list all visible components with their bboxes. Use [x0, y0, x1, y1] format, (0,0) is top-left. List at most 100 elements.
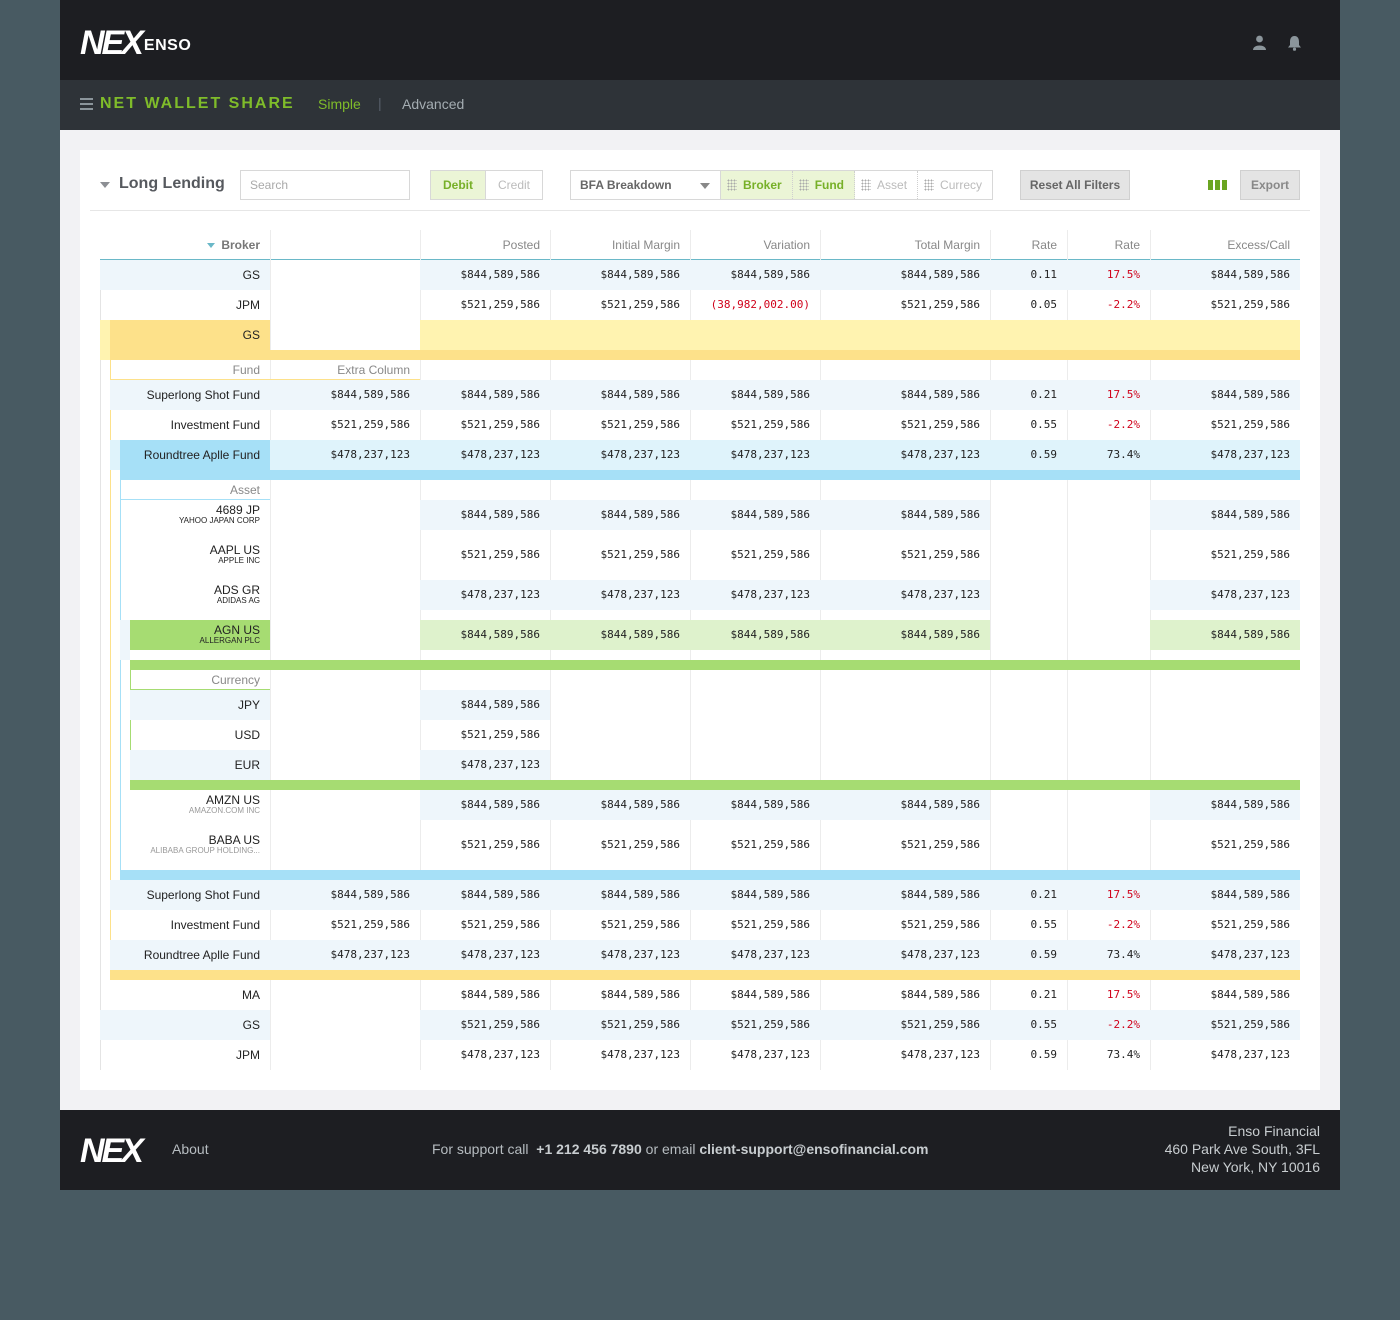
cell-vr: $478,237,123: [690, 440, 820, 470]
col-header-rate[interactable]: Rate: [990, 230, 1067, 260]
fund-band: [120, 470, 1300, 480]
cell-posted: $478,237,123: [420, 580, 550, 610]
cell-ex: $521,259,586: [1210, 418, 1290, 431]
support-email[interactable]: client-support@ensofinancial.com: [699, 1141, 928, 1157]
table-row[interactable]: JPM $521,259,586 $521,259,586 (38,982,002.0…: [100, 290, 1300, 320]
search-input[interactable]: [240, 170, 410, 200]
table-row[interactable]: AGN US ALLERGAN PLC $844,589,586 $844,589,5…: [100, 620, 1300, 660]
table-row[interactable]: MA $844,589,586 $844,589,586 $844,589,586 $8…: [100, 980, 1300, 1010]
support-phone[interactable]: +1 212 456 7890: [536, 1141, 642, 1157]
table-row[interactable]: AMZN US AMAZON.COM INC $844,589,586 $844,58…: [100, 790, 1300, 830]
col-header-excess-call[interactable]: Excess/Call: [1150, 230, 1300, 260]
cell-vr: $844,589,586: [690, 380, 820, 410]
table-row[interactable]: GS $521,259,586 $521,259,586 $521,259,586 $5…: [100, 1010, 1300, 1040]
cell-ex: $844,589,586: [1150, 880, 1300, 910]
chip-fund[interactable]: Fund: [792, 171, 856, 199]
table-row[interactable]: Superlong Shot Fund $844,589,586 $844,589,…: [100, 880, 1300, 910]
chip-asset[interactable]: Asset: [855, 171, 919, 199]
chip-currency[interactable]: Currecy: [918, 171, 992, 199]
user-icon[interactable]: [1252, 35, 1267, 51]
cell-rate: 0.05: [1030, 298, 1058, 311]
cell-im: $521,259,586: [550, 1010, 690, 1040]
cell-vr: $521,259,586: [730, 918, 810, 931]
row-label: GS: [100, 260, 270, 290]
col-header-rate-pct[interactable]: Rate: [1067, 230, 1150, 260]
cell-rate: 0.55: [1030, 418, 1058, 431]
cell-tm: $844,589,586: [820, 880, 990, 910]
table-row[interactable]: JPY $844,589,586: [100, 690, 1300, 720]
table-row[interactable]: BABA US ALIBABA GROUP HOLDING... $521,259,…: [100, 830, 1300, 870]
table-row[interactable]: Investment Fund $521,259,586 $521,259,586 $…: [100, 910, 1300, 940]
row-label: Roundtree Aplle Fund: [120, 440, 270, 470]
table-row[interactable]: Superlong Shot Fund $844,589,586 $844,589,…: [100, 380, 1300, 410]
currency-header[interactable]: Currency: [130, 670, 270, 690]
table-row[interactable]: EUR $478,237,123: [100, 750, 1300, 780]
cell-posted: $521,259,586: [460, 418, 540, 431]
footer-logo: NEX: [80, 1132, 144, 1170]
col-header-total-margin[interactable]: Total Margin: [820, 230, 990, 260]
cell-ex: $844,589,586: [1150, 620, 1300, 650]
tab-advanced[interactable]: Advanced: [402, 96, 464, 112]
cell-tm: $844,589,586: [820, 620, 990, 650]
cell-tm: $521,259,586: [900, 918, 980, 931]
cell-rate: 0.55: [1030, 918, 1058, 931]
support-text: For support call +1 212 456 7890 or emai…: [432, 1141, 929, 1157]
row-label: BABA US ALIBABA GROUP HOLDING...: [120, 830, 270, 860]
about-link[interactable]: About: [172, 1141, 209, 1157]
col-header-posted[interactable]: Posted: [420, 230, 550, 260]
hamburger-menu-icon[interactable]: [80, 98, 93, 110]
cell-pct: -2.2%: [1106, 298, 1140, 311]
chip-broker[interactable]: Broker: [721, 171, 793, 199]
reset-filters-button[interactable]: Reset All Filters: [1020, 170, 1130, 200]
extra-column-header[interactable]: Extra Column: [270, 360, 420, 380]
export-button[interactable]: Export: [1240, 170, 1300, 200]
row-label: ADS GR ADIDAS AG: [120, 580, 270, 610]
bfa-breakdown-dropdown[interactable]: BFA Breakdown: [571, 171, 721, 199]
cell-tm: $521,259,586: [820, 1010, 990, 1040]
credit-toggle[interactable]: Credit: [486, 171, 542, 199]
cell-im: $521,259,586: [600, 548, 680, 561]
toolbar: Long Lending Debit Credit BFA Breakdown …: [80, 150, 1320, 210]
cell-tm: $844,589,586: [900, 988, 980, 1001]
table-row[interactable]: 4689 JP YAHOO JAPAN CORP $844,589,586 $844,…: [100, 500, 1300, 540]
table-row[interactable]: Investment Fund $521,259,586 $521,259,586 $…: [100, 410, 1300, 440]
debit-toggle[interactable]: Debit: [431, 171, 486, 199]
cell-extra: $521,259,586: [330, 918, 410, 931]
cell-posted: $478,237,123: [420, 750, 550, 780]
table-row[interactable]: GS $844,589,586 $844,589,586 $844,589,586 $8…: [100, 260, 1300, 290]
tab-simple[interactable]: Simple: [318, 96, 361, 112]
cell-extra: $844,589,586: [270, 380, 420, 410]
table-row[interactable]: AAPL US APPLE INC $521,259,586 $521,259,586…: [100, 540, 1300, 580]
cell-tm: $521,259,586: [900, 298, 980, 311]
table-row[interactable]: USD $521,259,586: [100, 720, 1300, 750]
row-sublabel: ALLERGAN PLC: [199, 636, 260, 645]
row-label: GS: [110, 320, 270, 350]
table-row[interactable]: ADS GR ADIDAS AG $478,237,123 $478,237,123 $…: [100, 580, 1300, 620]
fund-band-bottom: [120, 870, 1300, 880]
row-label: 4689 JP YAHOO JAPAN CORP: [120, 500, 270, 530]
collapse-caret-icon[interactable]: [100, 182, 110, 188]
cell-tm: $478,237,123: [900, 1048, 980, 1061]
col-header-broker[interactable]: Broker: [100, 230, 270, 260]
cell-vr: $521,259,586: [730, 548, 810, 561]
brand-logo[interactable]: NEX ENSO: [80, 26, 191, 60]
cell-vr: (38,982,002.00): [710, 298, 810, 311]
content-panel: Long Lending Debit Credit BFA Breakdown …: [80, 150, 1320, 1090]
col-header-variation[interactable]: Variation: [690, 230, 820, 260]
broker-band: [110, 350, 1300, 360]
cell-pct: 73.4%: [1067, 440, 1150, 470]
fund-header[interactable]: Fund: [110, 360, 270, 380]
cell-extra: $844,589,586: [270, 880, 420, 910]
table-row[interactable]: Roundtree Aplle Fund $478,237,123 $478,237…: [100, 440, 1300, 470]
table-row[interactable]: Roundtree Aplle Fund $478,237,123 $478,237…: [100, 940, 1300, 970]
col-header-initial-margin[interactable]: Initial Margin: [550, 230, 690, 260]
table-row[interactable]: JPM $478,237,123 $478,237,123 $478,237,123 $…: [100, 1040, 1300, 1070]
columns-icon[interactable]: [1208, 180, 1227, 190]
cell-im: $844,589,586: [550, 790, 690, 820]
bell-icon[interactable]: [1287, 35, 1302, 51]
cell-posted: $844,589,586: [420, 790, 550, 820]
cell-im: $521,259,586: [600, 918, 680, 931]
cell-im: $844,589,586: [600, 988, 680, 1001]
cell-extra: $521,259,586: [330, 418, 410, 431]
asset-header[interactable]: Asset: [120, 480, 270, 500]
